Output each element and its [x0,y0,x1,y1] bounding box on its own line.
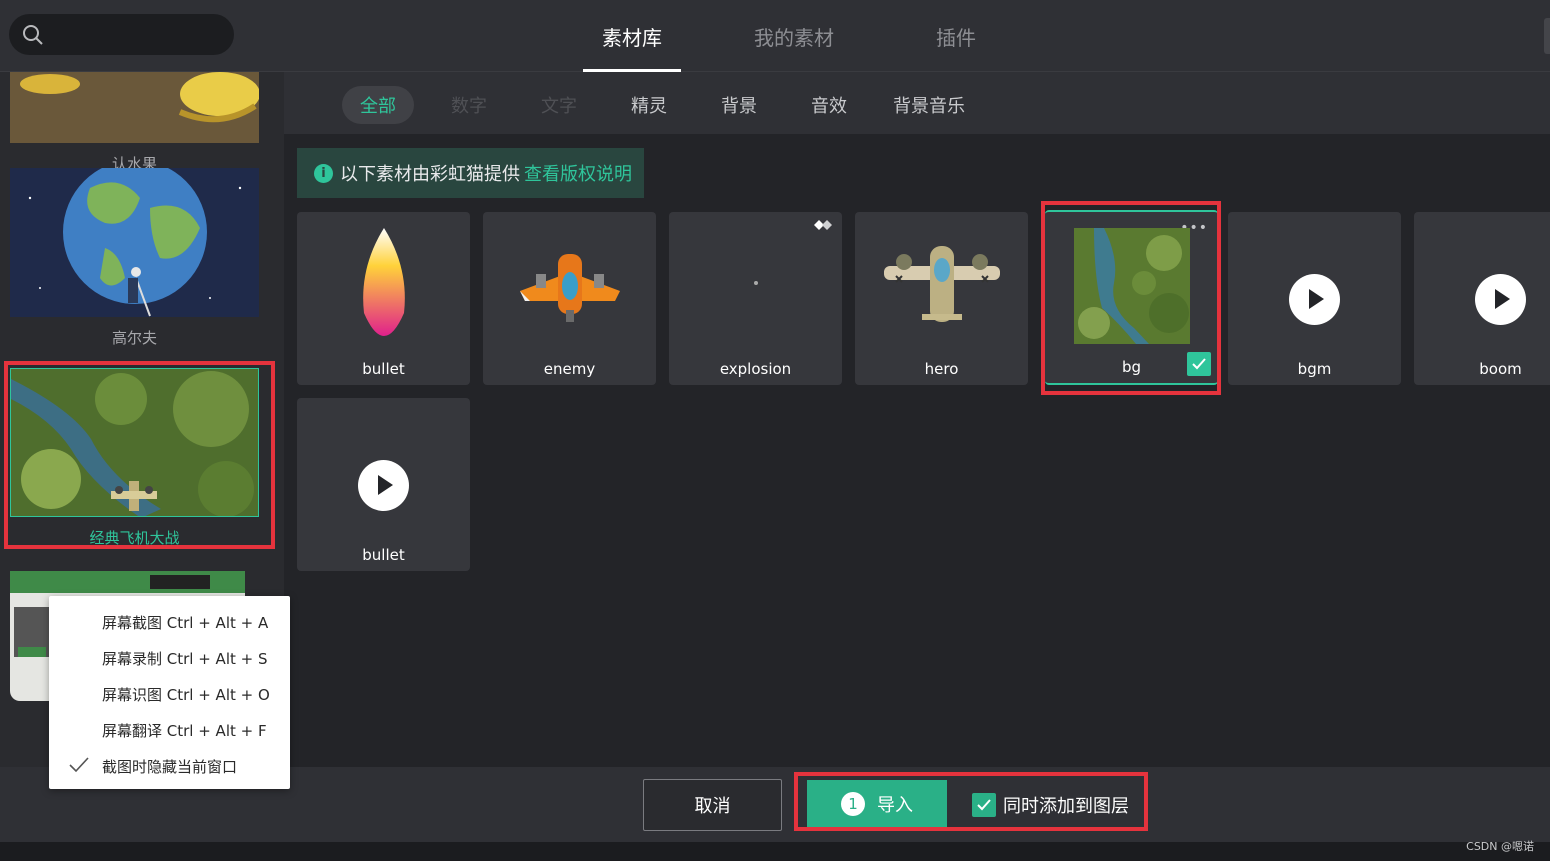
filter-sprites[interactable]: 精灵 [613,86,685,124]
project-thumbnail [10,72,259,143]
play-icon[interactable] [358,460,409,511]
menu-item-label: 截图时隐藏当前窗口 [102,757,238,776]
asset-name: explosion [719,360,792,378]
info-icon: i [314,163,333,183]
asset-name: enemy [543,360,596,378]
filter-text[interactable]: 文字 [523,86,595,124]
asset-card-bullet[interactable]: bullet [297,212,470,385]
copyright-link[interactable]: 查看版权说明 [524,160,632,186]
bullet-sprite-image [362,228,405,336]
asset-card-bgm[interactable]: bgm [1228,212,1401,385]
highlight-box-project [4,361,275,549]
top-bar: 素材库 我的素材 插件 [0,0,1550,72]
tab-my-assets[interactable]: 我的素材 [745,0,843,72]
asset-name: bullet [362,360,405,378]
menu-item-screen-record[interactable]: 屏幕录制 Ctrl + Alt + S [49,640,290,676]
project-label: 高尔夫 [111,329,157,347]
menu-item-screen-ocr[interactable]: 屏幕识图 Ctrl + Alt + O [49,676,290,712]
play-icon[interactable] [1475,274,1526,325]
enemy-sprite-image [519,254,620,322]
asset-card-enemy[interactable]: enemy [483,212,656,385]
menu-item-screenshot[interactable]: 屏幕截图 Ctrl + Alt + A [49,604,290,640]
checkmark-icon [69,757,89,773]
top-tabs: 素材库 我的素材 插件 [583,0,1069,72]
filter-numbers[interactable]: 数字 [433,86,505,124]
animation-badge-icon [814,220,832,230]
filter-backgrounds[interactable]: 背景 [703,86,775,124]
search-input[interactable] [9,14,234,55]
filter-all[interactable]: 全部 [342,86,414,124]
tab-plugins[interactable]: 插件 [907,0,1005,72]
asset-card-bullet-sound[interactable]: bullet [297,398,470,571]
category-filter-bar: 全部 数字 文字 精灵 背景 音效 背景音乐 [284,72,1550,134]
explosion-sprite-image [753,281,758,285]
filter-background-music[interactable]: 背景音乐 [875,86,983,124]
project-item-golf[interactable]: 高尔夫 [10,168,259,348]
watermark: CSDN @嗯诺 [1466,840,1534,853]
asset-name: boom [1479,360,1522,378]
asset-card-explosion[interactable]: explosion [669,212,842,385]
asset-card-boom[interactable]: boom [1414,212,1550,385]
asset-library-dialog: 素材库 我的素材 插件 认水果 高尔夫 经典飞机大战 全部 数字 文字 精灵 背… [0,0,1550,861]
filter-sound-effects[interactable]: 音效 [793,86,865,124]
copyright-notice: i 以下素材由彩虹猫提供 查看版权说明 [297,148,644,198]
menu-item-screen-translate[interactable]: 屏幕翻译 Ctrl + Alt + F [49,712,290,748]
asset-name: hero [924,360,959,378]
highlight-box-import [794,772,1148,831]
scroll-handle[interactable] [1544,18,1550,54]
asset-card-hero[interactable]: hero [855,212,1028,385]
screenshot-context-menu: 屏幕截图 Ctrl + Alt + A 屏幕录制 Ctrl + Alt + S … [49,596,290,789]
tab-asset-library[interactable]: 素材库 [583,0,681,72]
notice-text: 以下素材由彩虹猫提供 [340,164,520,185]
hero-sprite-image [883,246,1000,322]
menu-item-hide-window[interactable]: 截图时隐藏当前窗口 [49,748,290,784]
search-icon [23,25,43,45]
highlight-box-bg [1041,201,1221,395]
project-thumbnail [10,168,259,317]
asset-name: bullet [362,546,405,564]
cancel-button[interactable]: 取消 [643,779,782,831]
asset-name: bgm [1297,360,1332,378]
project-item-fruit[interactable]: 认水果 [10,72,259,174]
play-icon[interactable] [1289,274,1340,325]
footer-strip [0,842,1550,861]
